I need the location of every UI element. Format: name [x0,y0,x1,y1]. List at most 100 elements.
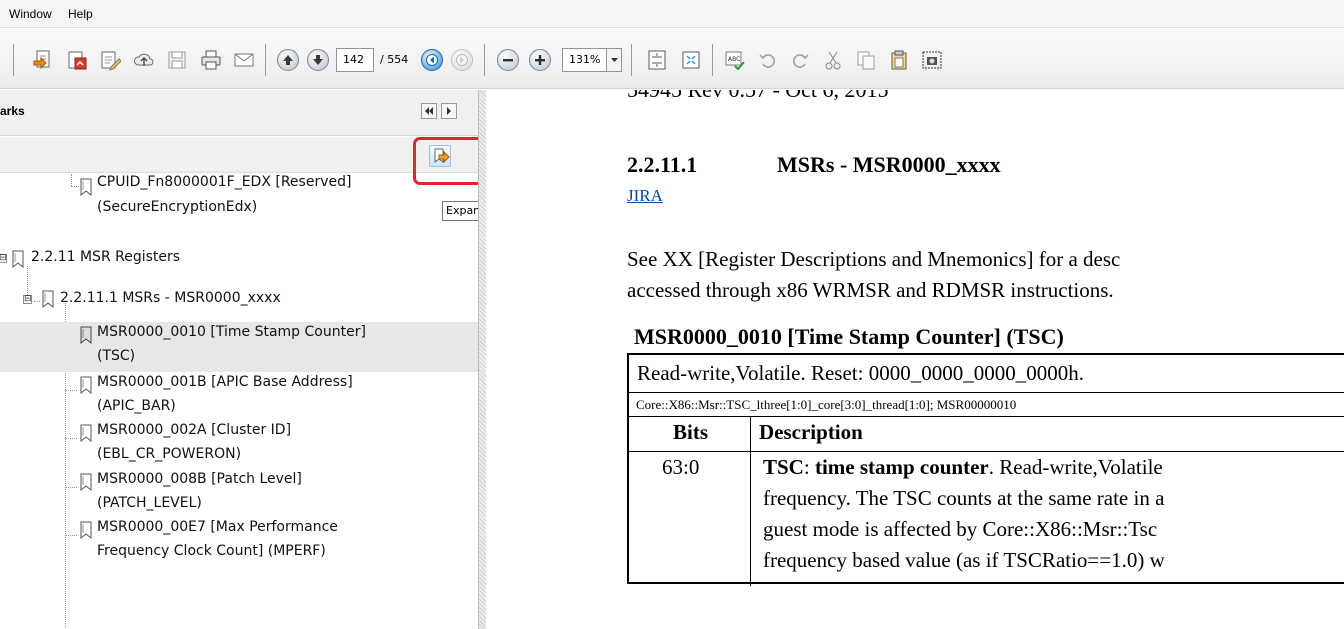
arrow-down-icon [313,55,323,65]
bookmark-icon [80,473,92,491]
bookmark-icon [42,290,54,308]
panel-splitter[interactable] [478,90,486,629]
snapshot-camera-icon[interactable] [921,49,943,71]
export-pdf-icon[interactable] [66,49,88,71]
table-description-line: guest mode is affected by Core::X86::Msr… [763,517,1158,541]
edit-document-icon[interactable] [99,49,121,71]
field-description: . Read-write,Volatile [988,455,1163,479]
table-description-line: frequency. The TSC counts at the same ra… [763,486,1165,510]
zoom-out-button[interactable] [497,49,519,71]
bookmark-icon [12,250,24,268]
table-header-description: Description [759,420,863,444]
expand-button-highlight [413,137,485,185]
expand-panel-button[interactable] [441,103,457,119]
bookmark-item[interactable]: MSR0000_008B [Patch Level] (PATCH_LEVEL) [0,469,478,519]
double-chevron-left-icon [425,107,433,115]
upload-cloud-icon[interactable] [133,49,155,71]
table-rule [750,416,751,586]
email-icon[interactable] [233,49,255,71]
plus-icon [535,55,545,65]
svg-text:ABC: ABC [728,56,740,63]
zoom-dropdown-button[interactable] [606,49,621,71]
bookmark-label: MSR0000_00E7 [Max Performance [97,519,338,535]
spell-check-icon[interactable]: ABC [724,49,746,71]
bookmark-label-line2: (APIC_BAR) [97,398,176,414]
bookmark-icon [80,376,92,394]
bookmark-label: MSR0000_008B [Patch Level] [97,471,302,487]
section-title: MSRs - MSR0000_xxxx [777,152,1001,177]
toolbar-separator [13,44,14,76]
bookmark-item-selected[interactable]: MSR0000_0010 [Time Stamp Counter] (TSC) [0,322,478,372]
document-view: 54945 Rev 0.57 - Oct 6, 2015 2.2.11.1 MS… [486,90,1344,629]
bookmark-item[interactable]: ⊟ 2.2.11 MSR Registers [0,247,478,273]
print-icon[interactable] [200,49,222,71]
bookmarks-panel-header: arks [0,90,478,136]
page-number-input[interactable]: 142 [336,48,374,72]
chevron-right-icon [447,107,451,115]
bookmark-item[interactable]: CPUID_Fn8000001F_EDX [Reserved] (SecureE… [0,174,478,224]
copy-icon[interactable] [855,49,877,71]
minus-icon [503,59,513,62]
table-rule [629,392,1344,393]
bookmark-label: MSR0000_001B [APIC Base Address] [97,374,353,390]
paragraph-line: See XX [Register Descriptions and Mnemon… [627,247,1121,271]
bookmark-label-line2: (EBL_CR_POWERON) [97,446,242,462]
bookmark-label-line2: Frequency Clock Count] (MPERF) [97,543,326,559]
full-screen-icon[interactable] [680,49,702,71]
field-title: time stamp counter [814,455,989,479]
tree-expander[interactable]: ⊟ [0,254,7,263]
bookmark-icon [80,326,92,344]
table-description-line: TSC: time stamp counter. Read-write,Vola… [763,455,1163,480]
bookmark-icon [80,521,92,539]
menu-help[interactable]: Help [68,7,93,21]
page-total: / 554 [380,53,409,66]
table-header-bits: Bits [673,420,709,444]
bookmark-item[interactable]: ⊟ 2.2.11.1 MSRs - MSR0000_xxxx [0,287,478,313]
save-icon[interactable] [166,49,188,71]
menu-window[interactable]: Window [9,7,52,21]
redo-icon[interactable] [789,49,811,71]
bookmarks-toolbar [0,137,478,173]
previous-page-button[interactable] [277,49,299,71]
paste-icon[interactable] [888,49,910,71]
toolbar-separator [265,44,266,76]
next-page-button[interactable] [307,49,329,71]
bookmark-item[interactable]: MSR0000_002A [Cluster ID] (EBL_CR_POWERO… [0,420,478,470]
undo-icon[interactable] [757,49,779,71]
paragraph-line: accessed through x86 WRMSR and RDMSR ins… [627,278,1114,302]
bookmark-icon [80,424,92,442]
zoom-in-button[interactable] [529,49,551,71]
forward-view-button[interactable] [451,49,473,71]
fit-page-icon[interactable] [646,49,668,71]
back-arrow-icon [426,54,438,66]
cut-icon[interactable] [822,49,844,71]
toolbar-separator [631,44,632,76]
bookmark-label: CPUID_Fn8000001F_EDX [Reserved] [97,174,352,190]
toolbar-separator [484,44,485,76]
table-bits-value: 63:0 [662,455,700,479]
table-register-path: Core::X86::Msr::TSC_lthree[1:0]_core[3:0… [636,397,1017,412]
back-view-button[interactable] [421,49,443,71]
field-separator: : [803,455,815,479]
tree-expander[interactable]: ⊟ [23,295,32,304]
menu-bar: Window Help [0,0,1344,28]
field-name: TSC [763,455,804,479]
collapse-panel-button[interactable] [421,103,437,119]
table-access-row: Read-write,Volatile. Reset: 0000_0000_00… [637,361,1084,385]
table-rule [629,451,1344,452]
register-title: MSR0000_0010 [Time Stamp Counter] (TSC) [634,324,1064,350]
bookmark-label: MSR0000_0010 [Time Stamp Counter] [97,324,366,340]
bookmark-icon [80,178,92,196]
register-title-text: MSR0000_0010 [Time Stamp Counter] (TSC) [634,324,1064,349]
bookmarks-panel-title: arks [0,104,25,118]
bookmark-item[interactable]: MSR0000_00E7 [Max Performance Frequency … [0,517,478,567]
bookmark-label: MSR0000_002A [Cluster ID] [97,422,292,438]
create-pdf-icon[interactable] [32,49,54,71]
jira-link[interactable]: JIRA [627,186,663,206]
bookmark-label: 2.2.11 MSR Registers [31,249,181,265]
bookmark-item[interactable]: MSR0000_001B [APIC Base Address] (APIC_B… [0,372,478,422]
register-table: Read-write,Volatile. Reset: 0000_0000_00… [627,353,1344,586]
bookmark-label-line2: (TSC) [97,348,136,364]
arrow-up-icon [283,55,293,65]
table-description-line: frequency based value (as if TSCRatio==1… [763,548,1165,572]
